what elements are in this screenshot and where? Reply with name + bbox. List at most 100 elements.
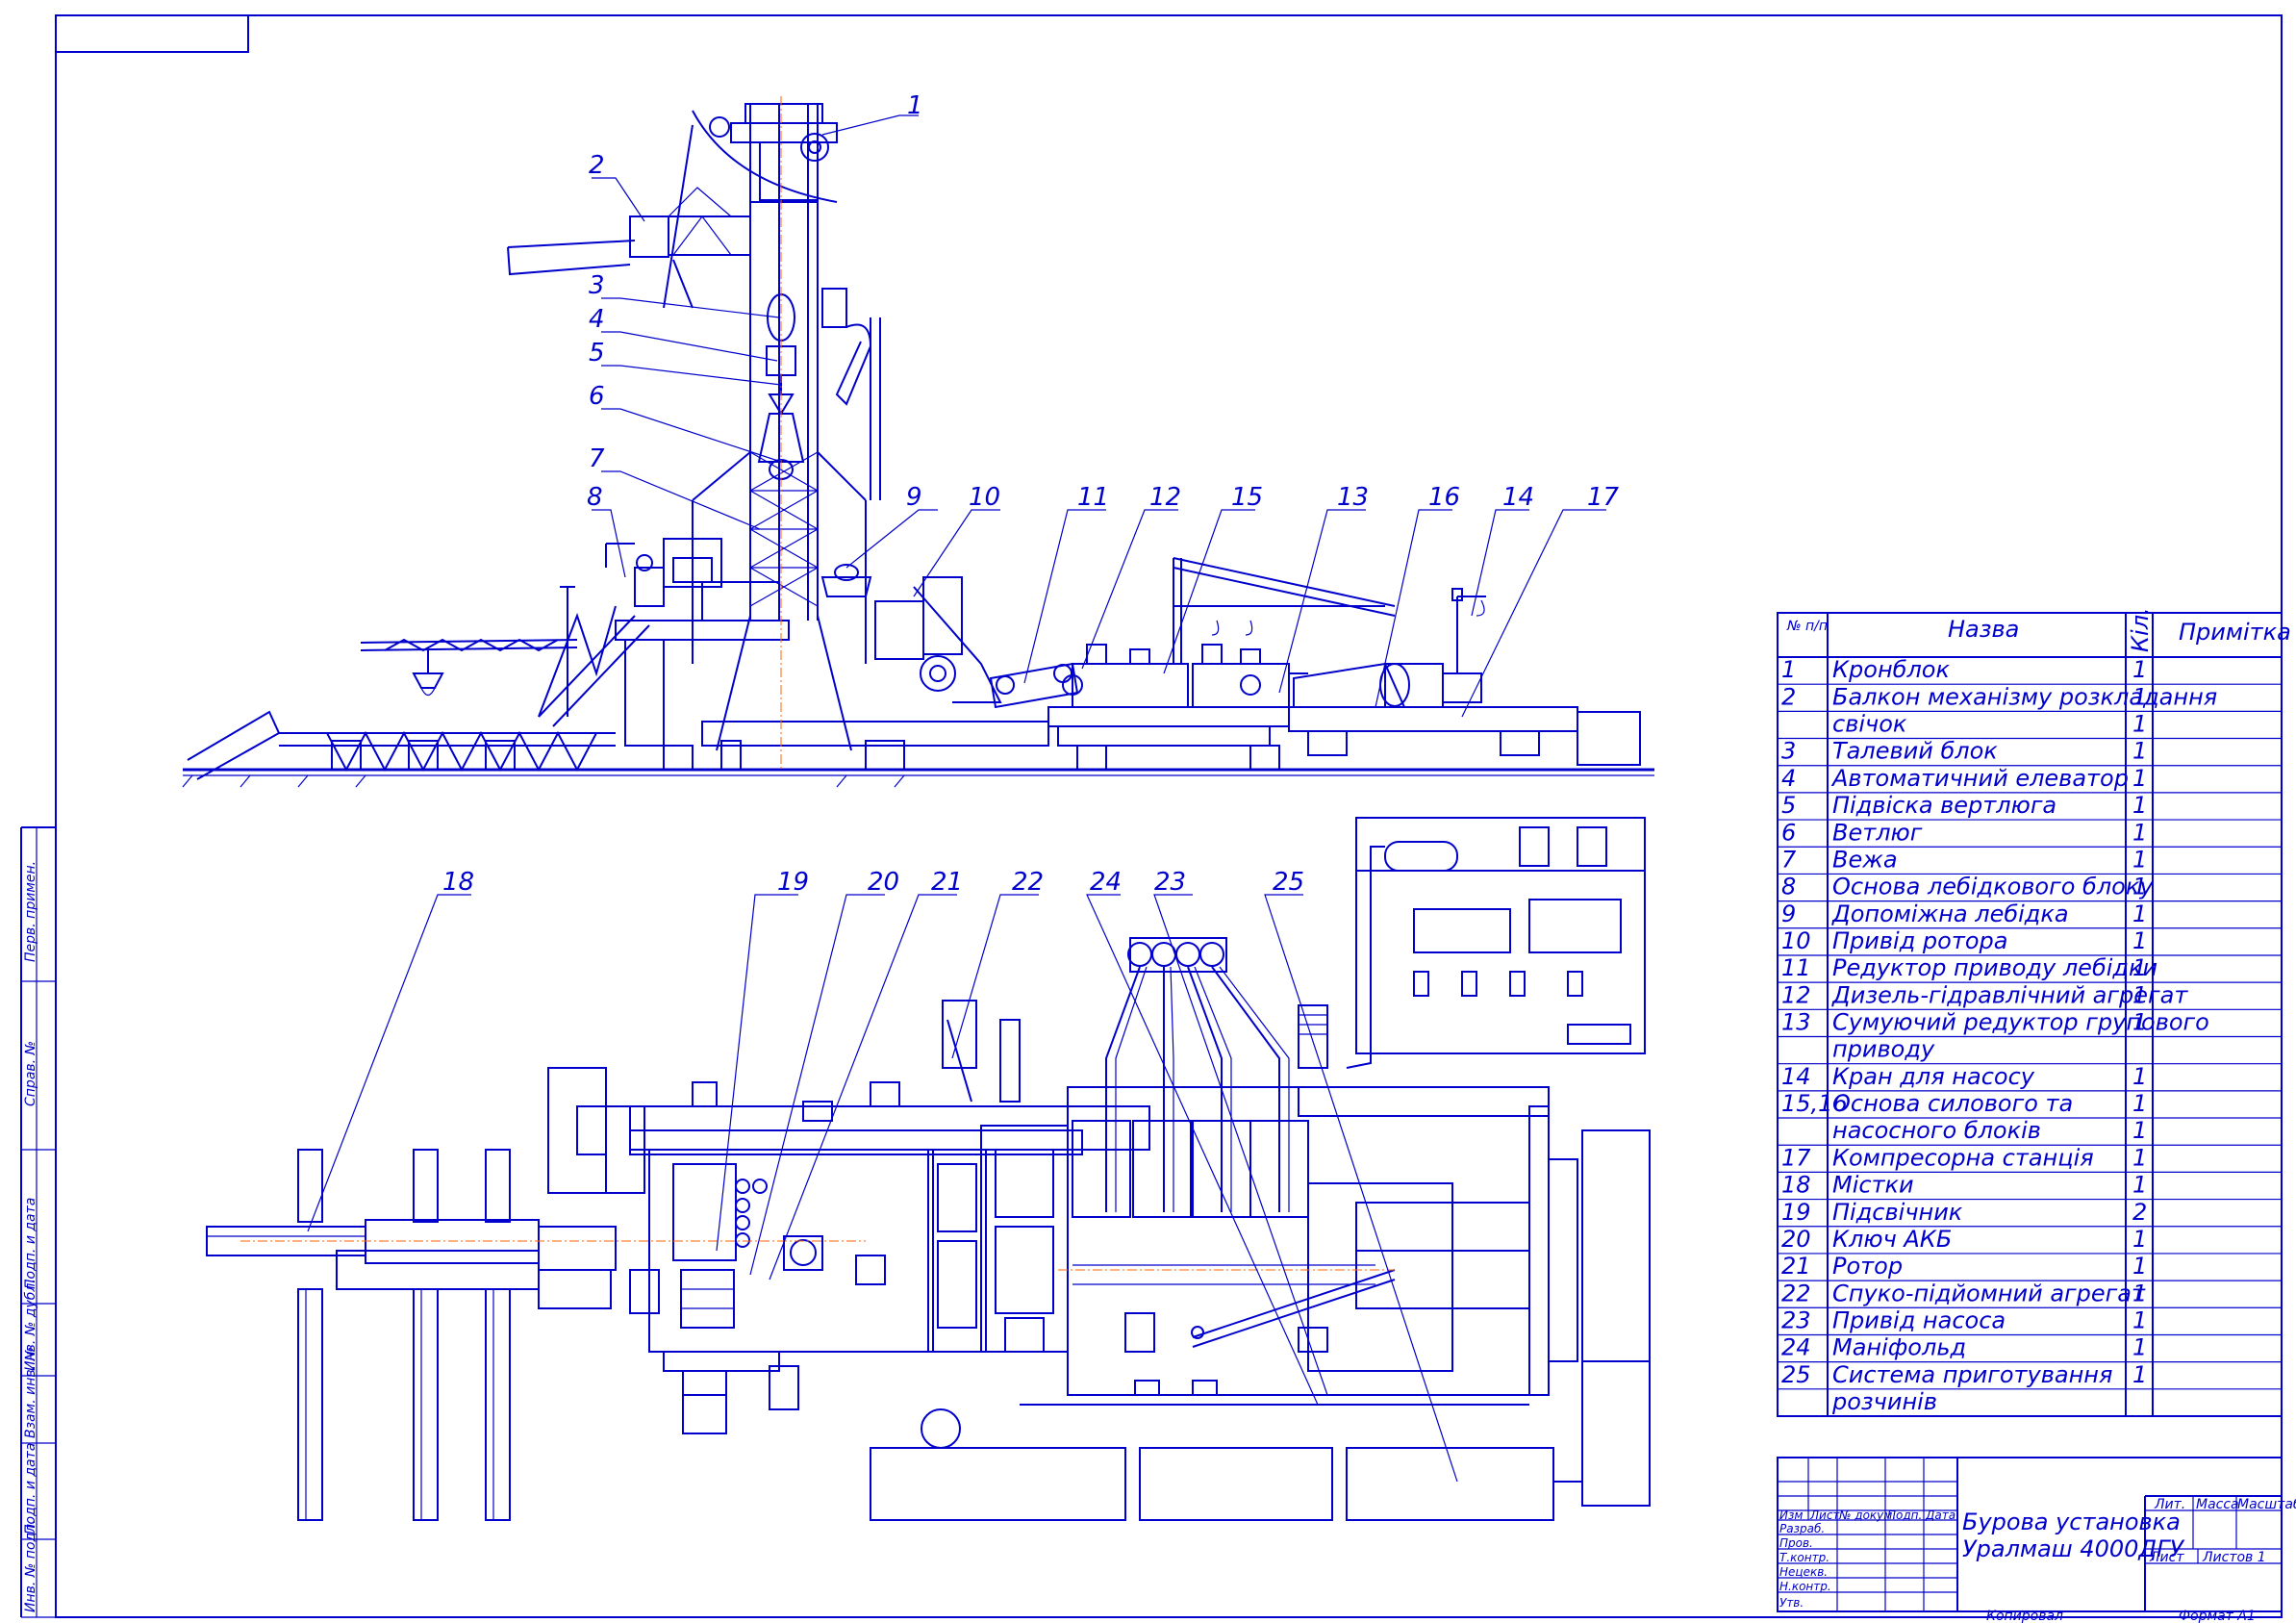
callout-1: 1 — [907, 91, 923, 120]
spec-row-number: 1 — [1781, 656, 1796, 683]
specification-table: № п/п Назва Кіл. Примітка 1 Кронблок 12 Бал… — [1777, 607, 2291, 1417]
kelly-hose — [821, 288, 881, 500]
spec-row-number: 23 — [1781, 1306, 1811, 1333]
callout-4: 4 — [589, 305, 605, 334]
callout-6: 6 — [589, 382, 605, 411]
spec-row-number: 12 — [1781, 981, 1811, 1008]
title-block: Изм Лист № докум. Подп. Дата Разраб. Про… — [1777, 1457, 2296, 1623]
callout-17: 17 — [1587, 483, 1620, 512]
spec-row-name: свічок — [1832, 711, 1907, 738]
spec-row-number: 6 — [1781, 819, 1796, 846]
spec-row-qty: 1 — [2132, 1009, 2147, 1036]
callout-14: 14 — [1502, 483, 1534, 512]
spec-row-name: Підсвічник — [1832, 1199, 1963, 1226]
spec-row-qty: 1 — [2132, 819, 2147, 846]
spec-row-name: Сумуючий редуктор групового — [1832, 1009, 2209, 1036]
diesel-units — [1062, 644, 1308, 708]
overhead-crane — [1173, 557, 1396, 664]
mud-tanks — [870, 1004, 1651, 1521]
rotary-drive — [820, 564, 1002, 703]
spec-row-qty: 1 — [2132, 1144, 2147, 1171]
spec-row-name: Кран для насосу — [1832, 1063, 2035, 1090]
spec-row-number: 9 — [1781, 900, 1796, 927]
spec-row-name: Талевий блок — [1832, 738, 1998, 765]
spec-row-qty: 1 — [2132, 1090, 2147, 1117]
stamp-label: Инв. № подл. — [23, 1519, 38, 1612]
spec-row-number: 8 — [1781, 874, 1796, 900]
spec-row-qty: 1 — [2132, 900, 2147, 927]
callout-9: 9 — [906, 483, 922, 512]
mass-label: Масса — [2196, 1497, 2239, 1512]
base-frame — [615, 620, 1641, 771]
spec-row-number: 18 — [1781, 1172, 1811, 1199]
header-qty: Кіл. — [2127, 607, 2154, 652]
copied-label: Копировал — [1986, 1609, 2063, 1623]
callout-23: 23 — [1154, 868, 1186, 897]
spec-row-qty: 1 — [2132, 683, 2147, 710]
spec-row-qty: 1 — [2132, 1117, 2147, 1144]
spec-row-qty: 1 — [2132, 1063, 2147, 1090]
callout-3: 3 — [589, 271, 605, 300]
spec-row-number: 5 — [1781, 792, 1796, 819]
spec-row-name: Автоматичний елеватор — [1830, 765, 2129, 792]
spec-row-qty: 1 — [2132, 1226, 2147, 1253]
spec-row-qty: 1 — [2132, 1172, 2147, 1199]
callout-2: 2 — [589, 151, 605, 180]
role-label: Пров. — [1779, 1536, 1813, 1550]
spec-row-name: Привід насоса — [1832, 1306, 2006, 1333]
spec-row-qty: 1 — [2132, 1306, 2147, 1333]
racking-balcony — [507, 124, 750, 309]
spec-row-qty: 2 — [2132, 1199, 2147, 1226]
callout-5: 5 — [589, 339, 605, 368]
callout-13: 13 — [1337, 483, 1369, 512]
callout-7: 7 — [589, 444, 605, 473]
format-label: Формат А1 — [2179, 1609, 2256, 1623]
spec-row-number: 14 — [1781, 1063, 1811, 1090]
spec-row-name: Привід ротора — [1832, 927, 2007, 954]
callout-12: 12 — [1149, 483, 1181, 512]
spec-row-qty: 1 — [2132, 1253, 2147, 1280]
spec-row-qty: 1 — [2132, 927, 2147, 954]
spec-row-name: Вежа — [1832, 846, 1898, 873]
callout-16: 16 — [1428, 483, 1460, 512]
spec-row-number: 19 — [1781, 1199, 1811, 1226]
col-header: Подп. — [1887, 1509, 1922, 1522]
col-header: Лист — [1809, 1509, 1840, 1522]
spec-row-number: 17 — [1781, 1144, 1811, 1171]
spec-row-name: Основа силового та — [1832, 1090, 2073, 1117]
pump-crane — [1451, 588, 1486, 673]
callout-25: 25 — [1273, 868, 1304, 897]
leader-lines — [307, 114, 1606, 1483]
inclined-ramp — [538, 586, 650, 727]
stamp-label: Подп. и дата — [23, 1198, 38, 1289]
spec-row-number: 10 — [1781, 927, 1811, 954]
spec-row-name: Спуко-підйомний агрегат — [1832, 1280, 2146, 1306]
header-number: № п/п — [1786, 619, 1828, 634]
spec-row-qty: 1 — [2132, 656, 2147, 683]
spec-row-number: 20 — [1781, 1226, 1811, 1253]
spec-row-qty: 1 — [2132, 711, 2147, 738]
side-elevation-view — [182, 103, 1654, 788]
pipe-rack-arm — [360, 638, 578, 697]
role-label: Т.контр. — [1779, 1551, 1829, 1564]
spec-row-number: 3 — [1781, 738, 1796, 765]
spec-row-number: 21 — [1781, 1253, 1811, 1280]
pump-blocks — [980, 1086, 1550, 1406]
spec-row-name: Містки — [1832, 1172, 1914, 1199]
callout-8: 8 — [587, 483, 603, 512]
stamp-label: Взам. инв. № — [23, 1347, 38, 1438]
drawing-sheet: Перв. примен. Справ. № Подп. и дата Инв.… — [20, 14, 2296, 1623]
callout-21: 21 — [931, 868, 963, 897]
spec-row-qty: 1 — [2132, 1334, 2147, 1361]
plan-walkways — [206, 1149, 617, 1521]
spec-row-name: Ключ АКБ — [1832, 1226, 1952, 1253]
callout-19: 19 — [777, 868, 809, 897]
spec-row-name: Ветлюг — [1832, 819, 1923, 846]
spec-row-name: насосного блоків — [1832, 1117, 2041, 1144]
role-label: Н.контр. — [1779, 1580, 1831, 1593]
scale-label: Масштаб — [2237, 1497, 2296, 1512]
spec-row-number: 11 — [1781, 954, 1811, 981]
spec-row-name: розчинів — [1831, 1388, 1937, 1415]
derrick-tower — [692, 103, 867, 751]
sheet-label: Лист — [2149, 1550, 2184, 1565]
